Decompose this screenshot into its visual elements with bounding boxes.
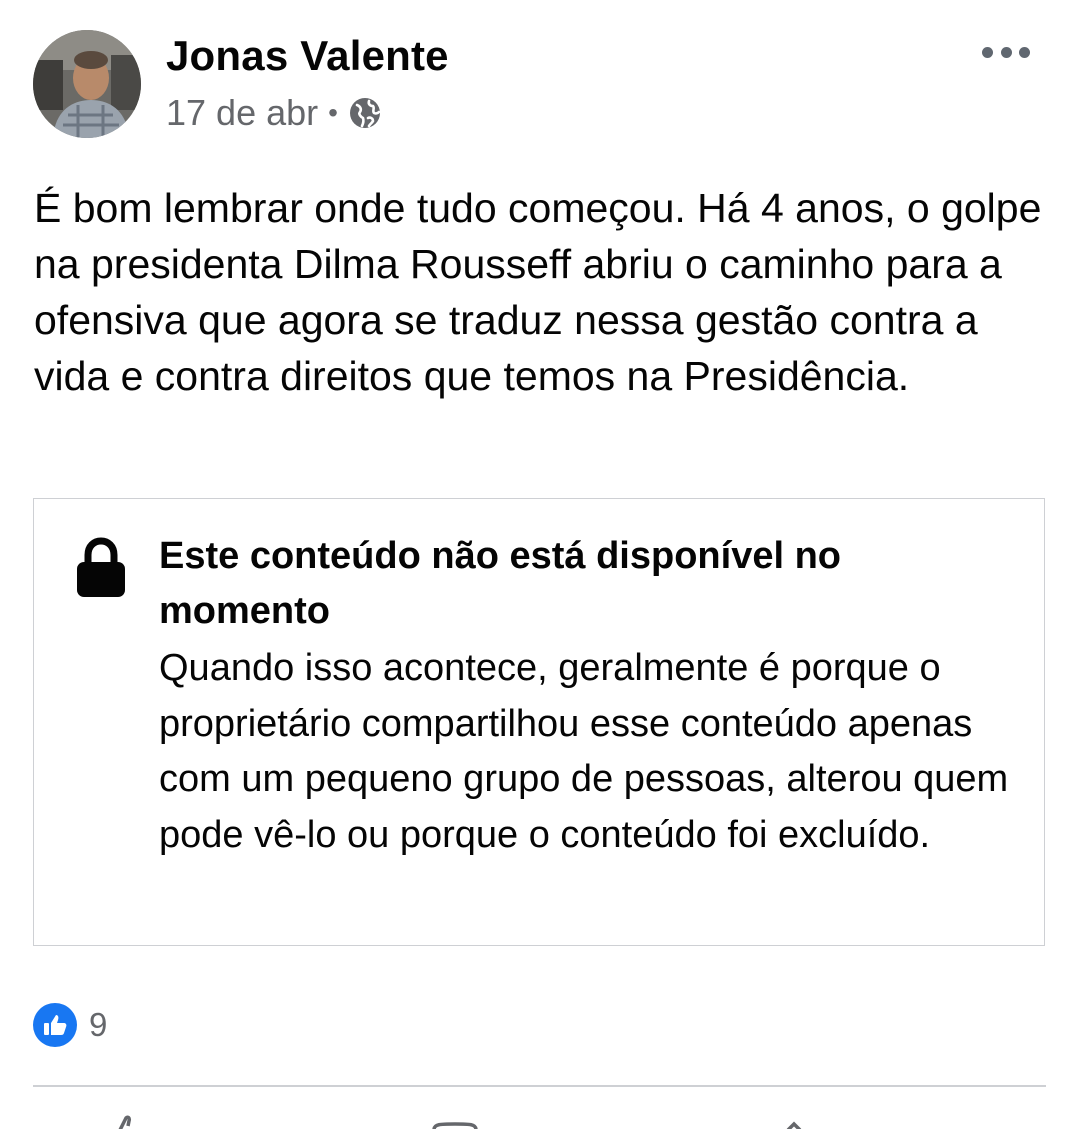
lock-icon (77, 537, 125, 597)
reactions-summary[interactable]: 9 (33, 1003, 107, 1047)
post-text: É bom lembrar onde tudo começou. Há 4 an… (34, 185, 1042, 399)
unavailable-content-box: Este conteúdo não está disponível no mom… (33, 498, 1045, 946)
more-dot (1019, 46, 1030, 58)
share-action-icon[interactable] (780, 1112, 820, 1129)
author-name[interactable]: Jonas Valente (166, 32, 449, 80)
globe-icon[interactable] (348, 96, 382, 130)
post-meta: 17 de abr • (166, 92, 382, 134)
post-date[interactable]: 17 de abr (166, 92, 318, 134)
more-dot (1000, 46, 1012, 58)
unavailable-description: Quando isso acontece, geralmente é porqu… (159, 647, 1009, 856)
avatar-image (33, 30, 141, 138)
more-dot (982, 46, 993, 58)
meta-separator: • (328, 97, 338, 128)
like-icon (33, 1003, 77, 1047)
reaction-count: 9 (89, 1006, 108, 1043)
like-action-icon[interactable] (110, 1112, 150, 1129)
unavailable-title: Este conteúdo não está disponível no mom… (159, 535, 841, 632)
more-options-icon[interactable] (982, 40, 1030, 64)
post-card: Jonas Valente 17 de abr • É bom lembrar … (0, 0, 1080, 1129)
author-avatar[interactable] (33, 30, 141, 138)
action-divider (33, 1085, 1046, 1087)
comment-action-icon[interactable] (430, 1112, 480, 1129)
